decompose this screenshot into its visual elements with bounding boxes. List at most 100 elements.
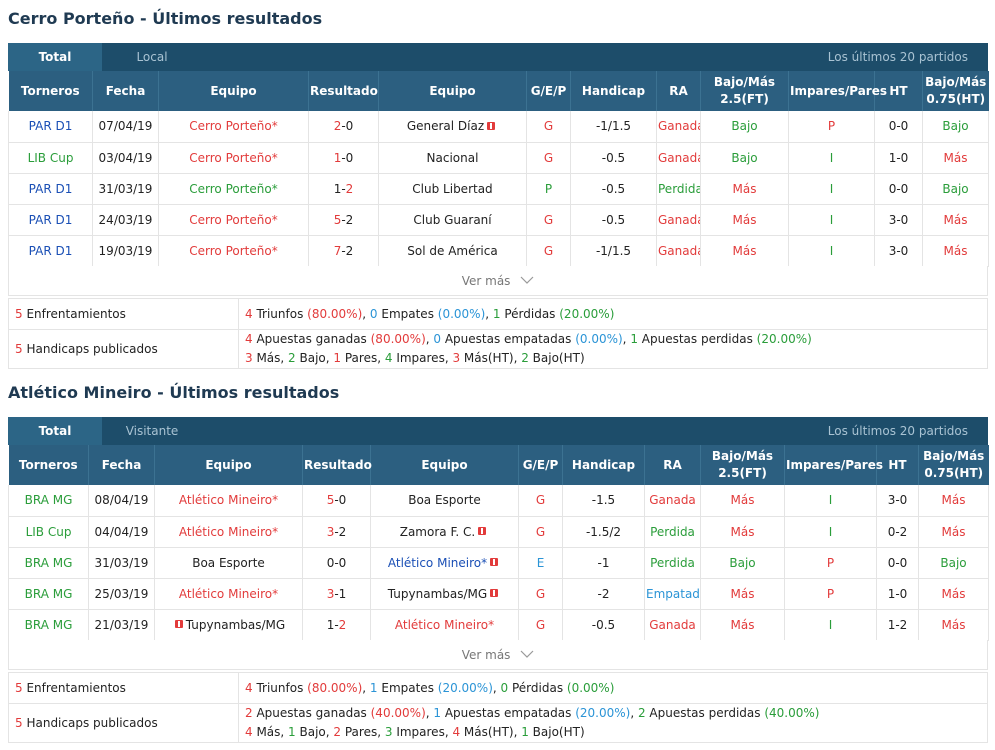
away-team-cell-text[interactable]: Atlético Mineiro* xyxy=(388,556,487,570)
tab-local[interactable]: Local xyxy=(102,43,202,71)
header-handicap: Handicap xyxy=(562,445,645,485)
ht-score-cell-text: 0-0 xyxy=(888,119,909,134)
league-cell-text[interactable]: PAR D1 xyxy=(29,213,73,227)
ht-score-cell-text: 0-0 xyxy=(888,181,909,196)
score-cell[interactable]: 1-0 xyxy=(308,142,379,174)
table-row[interactable]: BRA MG 31/03/19 Boa Esporte 0-0 Atlético Min… xyxy=(8,547,989,579)
table-row[interactable]: BRA MG 25/03/19 Atlético Mineiro* 3-1 Tupyna… xyxy=(8,578,989,610)
league-cell[interactable]: PAR D1 xyxy=(8,173,93,205)
away-team-cell-text[interactable]: Nacional xyxy=(427,151,479,165)
league-cell[interactable]: PAR D1 xyxy=(8,235,93,267)
table-row[interactable]: LIB Cup 03/04/19 Cerro Porteño* 1-0 Nacional… xyxy=(8,142,989,174)
away-team-cell[interactable]: Boa Esporte xyxy=(370,485,519,517)
over-under-ht-cell: Más xyxy=(918,516,989,548)
league-cell[interactable]: BRA MG xyxy=(8,609,89,641)
score-cell[interactable]: 3-2 xyxy=(302,516,371,548)
score-cell[interactable]: 1-2 xyxy=(302,609,371,641)
handicap-summary-row: 5 Handicaps publicados 2 Apuestas ganada… xyxy=(8,703,988,743)
league-cell[interactable]: LIB Cup xyxy=(8,516,89,548)
league-cell-text[interactable]: LIB Cup xyxy=(26,525,72,539)
table-row[interactable]: PAR D1 19/03/19 Cerro Porteño* 7-2 Sol de Am… xyxy=(8,235,989,267)
table-row[interactable]: PAR D1 31/03/19 Cerro Porteño* 1-2 Club Libe… xyxy=(8,173,989,205)
league-cell[interactable]: BRA MG xyxy=(8,485,89,517)
home-team-cell[interactable]: Cerro Porteño* xyxy=(158,173,309,205)
see-more-button[interactable]: Ver más xyxy=(8,640,988,670)
away-team-cell[interactable]: Tupynambas/MG xyxy=(370,578,519,610)
away-team-cell[interactable]: Atlético Mineiro* xyxy=(370,547,519,579)
away-team-cell[interactable]: Zamora F. C. xyxy=(370,516,519,548)
table-row[interactable]: LIB Cup 04/04/19 Atlético Mineiro* 3-2 Zamor… xyxy=(8,516,989,548)
away-team-cell[interactable]: Sol de América xyxy=(378,235,527,267)
score-cell[interactable]: 7-2 xyxy=(308,235,379,267)
home-team-cell[interactable]: Cerro Porteño* xyxy=(158,111,309,143)
league-cell[interactable]: LIB Cup xyxy=(8,142,93,174)
away-team-cell-text[interactable]: Club Guaraní xyxy=(413,213,491,227)
home-team-cell-text[interactable]: Atlético Mineiro* xyxy=(179,493,278,507)
away-team-cell-text[interactable]: General Díaz xyxy=(407,119,484,133)
home-team-cell[interactable]: Boa Esporte xyxy=(154,547,303,579)
score-cell[interactable]: 2-0 xyxy=(308,111,379,143)
league-cell-text[interactable]: PAR D1 xyxy=(29,182,73,196)
score-cell[interactable]: 3-1 xyxy=(302,578,371,610)
away-team-cell[interactable]: Club Libertad xyxy=(378,173,527,205)
home-team-cell[interactable]: Tupynambas/MG xyxy=(154,609,303,641)
odd-even-cell: I xyxy=(788,235,875,267)
date-cell-text: 19/03/19 xyxy=(98,243,153,258)
home-team-cell-text[interactable]: Boa Esporte xyxy=(192,556,265,570)
home-team-cell-text[interactable]: Atlético Mineiro* xyxy=(179,525,278,539)
gep-cell-text: G xyxy=(535,493,546,508)
away-team-cell-text[interactable]: Sol de América xyxy=(407,244,497,258)
ra-cell-text: Perdida xyxy=(658,181,701,196)
league-cell[interactable]: BRA MG xyxy=(8,547,89,579)
league-cell-text[interactable]: PAR D1 xyxy=(29,244,73,258)
ht-score-cell-text: 3-0 xyxy=(888,243,909,258)
tab-total[interactable]: Total xyxy=(8,417,102,445)
home-team-cell-text[interactable]: Cerro Porteño* xyxy=(189,182,277,196)
away-team-cell-text[interactable]: Boa Esporte xyxy=(408,493,481,507)
home-team-cell[interactable]: Cerro Porteño* xyxy=(158,204,309,236)
league-cell-text[interactable]: BRA MG xyxy=(25,493,73,507)
table-row[interactable]: PAR D1 24/03/19 Cerro Porteño* 5-2 Club Guar… xyxy=(8,204,989,236)
league-cell-text[interactable]: LIB Cup xyxy=(28,151,74,165)
score-cell[interactable]: 5-0 xyxy=(302,485,371,517)
league-cell[interactable]: BRA MG xyxy=(8,578,89,610)
home-team-cell-text[interactable]: Tupynambas/MG xyxy=(186,618,285,632)
away-team-cell[interactable]: General Díaz xyxy=(378,111,527,143)
league-cell[interactable]: PAR D1 xyxy=(8,204,93,236)
league-cell-text[interactable]: BRA MG xyxy=(25,587,73,601)
league-cell[interactable]: PAR D1 xyxy=(8,111,93,143)
table-row[interactable]: PAR D1 07/04/19 Cerro Porteño* 2-0 General D… xyxy=(8,111,989,143)
home-team-cell-text[interactable]: Cerro Porteño* xyxy=(189,244,277,258)
home-team-cell-text[interactable]: Cerro Porteño* xyxy=(189,119,277,133)
away-team-cell[interactable]: Nacional xyxy=(378,142,527,174)
home-team-cell[interactable]: Atlético Mineiro* xyxy=(154,578,303,610)
home-team-cell[interactable]: Cerro Porteño* xyxy=(158,235,309,267)
last-20-matches-link[interactable]: Los últimos 20 partidos xyxy=(828,417,968,445)
league-cell-text[interactable]: BRA MG xyxy=(25,556,73,570)
header-ra: RA xyxy=(656,71,701,111)
away-team-cell-text[interactable]: Zamora F. C. xyxy=(400,525,476,539)
home-team-cell[interactable]: Atlético Mineiro* xyxy=(154,516,303,548)
score-cell[interactable]: 0-0 xyxy=(302,547,371,579)
away-team-cell-text[interactable]: Club Libertad xyxy=(412,182,492,196)
away-team-cell-text[interactable]: Tupynambas/MG xyxy=(388,587,487,601)
odd-even-cell-text: I xyxy=(829,243,834,258)
table-row[interactable]: BRA MG 21/03/19 Tupynambas/MG 1-2 Atlético M… xyxy=(8,609,989,641)
last-20-matches-link[interactable]: Los últimos 20 partidos xyxy=(828,43,968,71)
tab-total[interactable]: Total xyxy=(8,43,102,71)
away-team-cell-text[interactable]: Atlético Mineiro* xyxy=(395,618,494,632)
home-team-cell-text[interactable]: Atlético Mineiro* xyxy=(179,587,278,601)
home-team-cell-text[interactable]: Cerro Porteño* xyxy=(189,213,277,227)
tab-visitante[interactable]: Visitante xyxy=(102,417,202,445)
away-team-cell[interactable]: Club Guaraní xyxy=(378,204,527,236)
league-cell-text[interactable]: PAR D1 xyxy=(29,119,73,133)
league-cell-text[interactable]: BRA MG xyxy=(25,618,73,632)
table-row[interactable]: BRA MG 08/04/19 Atlético Mineiro* 5-0 Boa Es… xyxy=(8,485,989,517)
home-team-cell[interactable]: Cerro Porteño* xyxy=(158,142,309,174)
home-team-cell[interactable]: Atlético Mineiro* xyxy=(154,485,303,517)
score-cell[interactable]: 5-2 xyxy=(308,204,379,236)
see-more-button[interactable]: Ver más xyxy=(8,266,988,296)
home-team-cell-text[interactable]: Cerro Porteño* xyxy=(189,151,277,165)
away-team-cell[interactable]: Atlético Mineiro* xyxy=(370,609,519,641)
score-cell[interactable]: 1-2 xyxy=(308,173,379,205)
